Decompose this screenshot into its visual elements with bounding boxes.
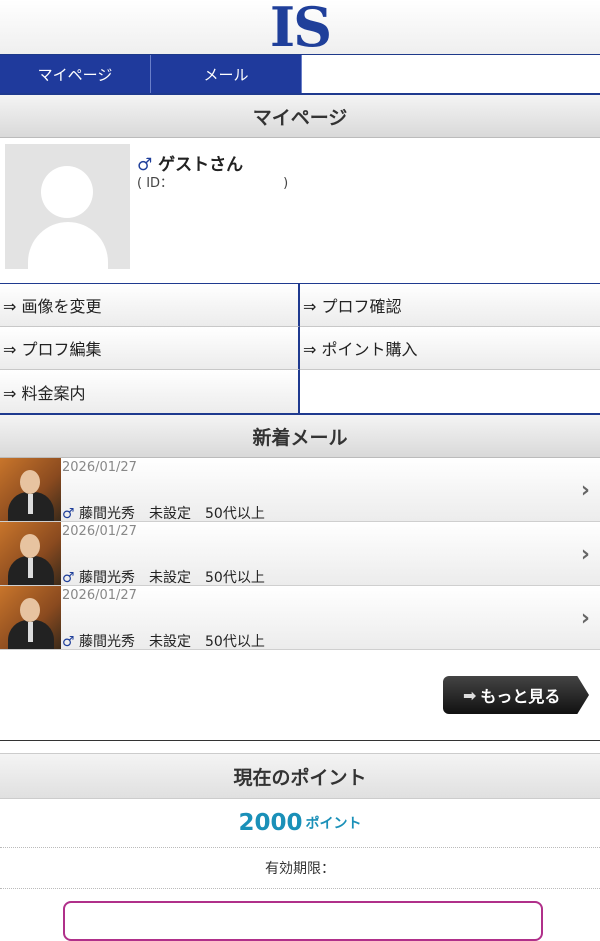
more-container: ➡ もっと見る bbox=[0, 650, 600, 741]
sender-name: 藤間光秀 bbox=[79, 506, 136, 522]
chevron-right-icon: › bbox=[580, 606, 590, 631]
mail-sender-info: ♂ 藤間光秀 未設定 50代以上 bbox=[62, 567, 265, 587]
points-heading: 現在のポイント bbox=[0, 753, 600, 799]
menu-pricing[interactable]: ⇒ 料金案内 bbox=[0, 370, 300, 413]
mail-list-item[interactable]: 2026/01/27 ♂ 藤間光秀 未設定 50代以上 › bbox=[0, 586, 600, 650]
sender-region: 未設定 bbox=[149, 506, 192, 522]
mypage-menu: ⇒ 画像を変更 ⇒ プロフ確認 ⇒ プロフ編集 ⇒ ポイント購入 ⇒ 料金案内 bbox=[0, 284, 600, 415]
sender-age: 50代以上 bbox=[205, 634, 265, 650]
sender-name: 藤間光秀 bbox=[79, 570, 136, 586]
sender-photo bbox=[0, 458, 61, 521]
sender-age: 50代以上 bbox=[205, 506, 265, 522]
sender-photo bbox=[0, 586, 61, 649]
mail-date: 2026/01/27 bbox=[62, 460, 137, 475]
new-mail-heading: 新着メール bbox=[0, 415, 600, 458]
points-expiry: 有効期限： bbox=[0, 848, 600, 889]
mypage-heading: マイページ bbox=[0, 95, 600, 138]
see-more-button[interactable]: ➡ もっと見る bbox=[443, 676, 589, 714]
nav-spacer bbox=[302, 55, 600, 93]
profile-section: ♂ ゲストさん ( ID：) bbox=[0, 138, 600, 284]
points-display: 2000 ポイント bbox=[0, 799, 600, 848]
see-more-label: もっと見る bbox=[480, 687, 561, 706]
mail-list-item[interactable]: 2026/01/27 ♂ 藤間光秀 未設定 50代以上 › bbox=[0, 458, 600, 522]
site-logo[interactable]: IS bbox=[270, 0, 332, 59]
user-id: ( ID：) bbox=[137, 172, 288, 191]
menu-empty-cell bbox=[300, 370, 600, 413]
menu-profile-confirm[interactable]: ⇒ プロフ確認 bbox=[300, 284, 600, 327]
header: IS bbox=[0, 0, 600, 55]
sender-age: 50代以上 bbox=[205, 570, 265, 586]
chevron-right-icon: › bbox=[580, 542, 590, 567]
buy-points-button[interactable] bbox=[63, 901, 543, 941]
avatar-body-shape bbox=[28, 222, 108, 269]
mail-sender-info: ♂ 藤間光秀 未設定 50代以上 bbox=[62, 631, 265, 651]
user-id-prefix: ( ID： bbox=[137, 176, 174, 191]
tab-mail[interactable]: メール bbox=[151, 55, 302, 93]
tab-mypage[interactable]: マイページ bbox=[0, 55, 151, 93]
chevron-right-icon: › bbox=[580, 478, 590, 503]
arrow-right-icon: ➡ bbox=[463, 685, 477, 705]
user-id-suffix: ) bbox=[283, 176, 289, 191]
mail-date: 2026/01/27 bbox=[62, 588, 137, 603]
menu-profile-edit[interactable]: ⇒ プロフ編集 bbox=[0, 327, 300, 370]
male-icon: ♂ bbox=[62, 506, 75, 522]
menu-buy-points[interactable]: ⇒ ポイント購入 bbox=[300, 327, 600, 370]
sender-region: 未設定 bbox=[149, 570, 192, 586]
avatar bbox=[5, 144, 130, 269]
mail-sender-info: ♂ 藤間光秀 未設定 50代以上 bbox=[62, 503, 265, 523]
nav-bar: マイページ メール bbox=[0, 55, 600, 95]
male-icon: ♂ bbox=[62, 570, 75, 586]
mail-list-item[interactable]: 2026/01/27 ♂ 藤間光秀 未設定 50代以上 › bbox=[0, 522, 600, 586]
male-icon: ♂ bbox=[62, 634, 75, 650]
sender-region: 未設定 bbox=[149, 634, 192, 650]
points-unit: ポイント bbox=[305, 816, 362, 832]
points-value: 2000 bbox=[238, 810, 303, 836]
avatar-head-shape bbox=[41, 166, 93, 218]
mail-date: 2026/01/27 bbox=[62, 524, 137, 539]
sender-photo bbox=[0, 522, 61, 585]
sender-name: 藤間光秀 bbox=[79, 634, 136, 650]
menu-change-image[interactable]: ⇒ 画像を変更 bbox=[0, 284, 300, 327]
